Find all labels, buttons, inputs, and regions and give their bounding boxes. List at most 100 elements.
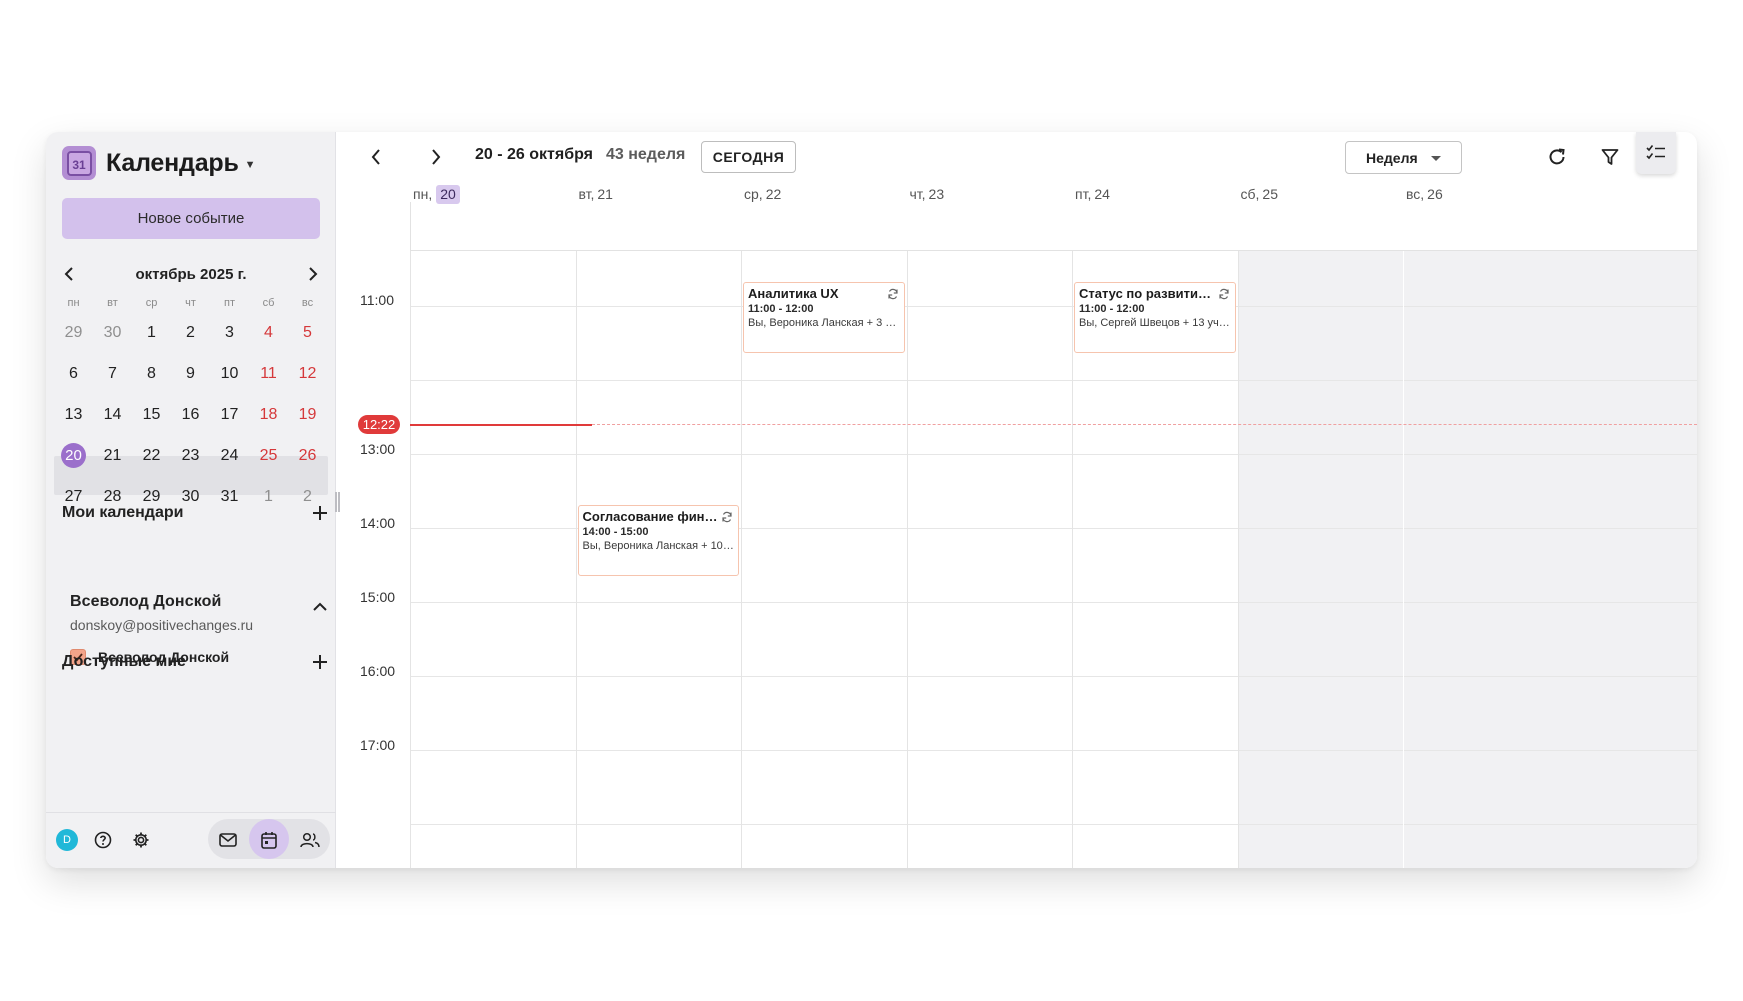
day-column-divider bbox=[906, 251, 908, 868]
mini-day[interactable]: 2 bbox=[171, 312, 210, 353]
day-header-date: 24 bbox=[1094, 186, 1110, 202]
new-event-button[interactable]: Новое событие bbox=[62, 198, 320, 239]
mini-day[interactable]: 4 bbox=[249, 312, 288, 353]
mini-day[interactable]: 24 bbox=[210, 435, 249, 476]
day-header-4[interactable]: пт, 24 bbox=[1075, 184, 1110, 204]
grid-left-border bbox=[410, 251, 411, 868]
all-day-divider bbox=[410, 202, 411, 250]
mini-day[interactable]: 22 bbox=[132, 435, 171, 476]
mini-day[interactable]: 9 bbox=[171, 353, 210, 394]
tasks-panel-button[interactable] bbox=[1636, 132, 1676, 174]
mini-day[interactable]: 10 bbox=[210, 353, 249, 394]
caret-down-icon[interactable]: ▼ bbox=[245, 159, 256, 171]
mini-day[interactable]: 1 bbox=[249, 476, 288, 517]
day-column-divider bbox=[1403, 251, 1404, 868]
day-header-3[interactable]: чт, 23 bbox=[910, 184, 945, 204]
mini-day[interactable]: 6 bbox=[54, 353, 93, 394]
mini-day[interactable]: 18 bbox=[249, 394, 288, 435]
prev-week-icon[interactable] bbox=[364, 145, 388, 169]
refresh-icon[interactable] bbox=[1545, 145, 1569, 169]
date-range-label: 20 - 26 октября bbox=[475, 146, 593, 163]
avatar[interactable]: D bbox=[56, 829, 78, 851]
event-title: Аналитика UX bbox=[748, 286, 839, 301]
current-time-badge: 12:22 bbox=[358, 415, 400, 434]
hour-line bbox=[410, 602, 1697, 603]
hour-line bbox=[410, 750, 1697, 751]
event-title: Согласование финансового плана bbox=[582, 509, 735, 524]
event-card[interactable]: Аналитика UX 11:00 - 12:00 Вы, Вероника Ла… bbox=[743, 282, 905, 353]
add-calendar-icon[interactable] bbox=[310, 503, 330, 523]
mini-prev-month-icon[interactable] bbox=[58, 263, 80, 285]
current-time-line bbox=[410, 424, 592, 426]
filter-icon[interactable] bbox=[1598, 145, 1622, 169]
event-card[interactable]: Согласование финансового плана 14:00 - 15… bbox=[577, 505, 739, 576]
event-participants: Вы, Вероника Ланская + 3 участника bbox=[748, 317, 900, 329]
event-card[interactable]: Статус по развитию продукта 11:00 - 12:00… bbox=[1074, 282, 1236, 353]
caret-down-icon bbox=[1431, 156, 1441, 161]
mini-day[interactable]: 21 bbox=[93, 435, 132, 476]
app-switcher[interactable]: 31 Календарь ▼ bbox=[62, 144, 256, 182]
day-header-0[interactable]: пн, 20 bbox=[413, 184, 460, 204]
day-header-weekday: вс, bbox=[1406, 186, 1425, 202]
day-header-date: 23 bbox=[928, 186, 945, 202]
day-header-date: 25 bbox=[1262, 186, 1278, 202]
hour-line bbox=[410, 306, 1697, 307]
day-header-date: 20 bbox=[436, 184, 460, 204]
mini-day[interactable]: 14 bbox=[93, 394, 132, 435]
mini-day[interactable]: 26 bbox=[288, 435, 327, 476]
day-header-5[interactable]: сб, 25 bbox=[1241, 184, 1279, 204]
day-header-1[interactable]: вт, 21 bbox=[579, 184, 613, 204]
help-icon[interactable] bbox=[92, 829, 114, 851]
mini-day[interactable]: 12 bbox=[288, 353, 327, 394]
contacts-icon[interactable] bbox=[299, 829, 321, 851]
day-header-6[interactable]: вс, 26 bbox=[1406, 184, 1443, 204]
week-number-label: 43 неделя bbox=[606, 146, 686, 163]
time-label: 17:00 bbox=[360, 737, 396, 753]
day-header-date: 22 bbox=[765, 186, 782, 202]
day-header-weekday: сб, bbox=[1240, 186, 1260, 202]
repeat-icon bbox=[887, 288, 898, 300]
sidebar-footer: D bbox=[46, 812, 336, 868]
calendar-icon[interactable] bbox=[258, 829, 280, 851]
day-column-divider bbox=[741, 251, 742, 868]
mini-day[interactable]: 30 bbox=[93, 312, 132, 353]
mail-icon[interactable] bbox=[217, 829, 239, 851]
event-time: 11:00 - 12:00 bbox=[1079, 303, 1145, 315]
mini-weekday-label: ср bbox=[145, 297, 158, 309]
mini-day[interactable]: 8 bbox=[132, 353, 171, 394]
mini-day[interactable]: 20 bbox=[54, 435, 93, 476]
hour-line bbox=[410, 380, 1697, 381]
hour-line bbox=[410, 454, 1697, 455]
mini-day[interactable]: 16 bbox=[171, 394, 210, 435]
mini-day[interactable]: 25 bbox=[249, 435, 288, 476]
time-label: 16:00 bbox=[360, 663, 396, 679]
mini-day[interactable]: 29 bbox=[54, 312, 93, 353]
next-week-icon[interactable] bbox=[424, 145, 448, 169]
mini-day[interactable]: 23 bbox=[171, 435, 210, 476]
mini-month-label: октябрь 2025 г. bbox=[135, 265, 247, 283]
mini-day[interactable]: 7 bbox=[93, 353, 132, 394]
today-button[interactable]: СЕГОДНЯ bbox=[701, 141, 796, 173]
mini-day[interactable]: 3 bbox=[210, 312, 249, 353]
event-participants: Вы, Вероника Ланская + 10 участников bbox=[582, 540, 735, 552]
mini-day[interactable]: 13 bbox=[54, 394, 93, 435]
mini-calendar: октябрь 2025 г. пн вт ср чт пт сб вс 29 30 1 2 3 4 5… bbox=[54, 258, 328, 517]
mini-day[interactable]: 5 bbox=[288, 312, 327, 353]
chevron-up-icon[interactable] bbox=[310, 597, 330, 617]
repeat-icon bbox=[722, 511, 732, 523]
mini-day[interactable]: 31 bbox=[210, 476, 249, 517]
gear-icon[interactable] bbox=[130, 829, 152, 851]
day-header-2[interactable]: ср, 22 bbox=[744, 184, 781, 204]
calendar-app-icon: 31 bbox=[62, 146, 96, 180]
mini-next-month-icon[interactable] bbox=[302, 263, 324, 285]
my-calendars-title: Мои календари bbox=[62, 504, 184, 521]
hour-line bbox=[410, 676, 1697, 677]
mini-day[interactable]: 1 bbox=[132, 312, 171, 353]
mini-day[interactable]: 11 bbox=[249, 353, 288, 394]
mini-day-today: 20 bbox=[61, 443, 86, 468]
mini-day[interactable]: 15 bbox=[132, 394, 171, 435]
mini-day[interactable]: 17 bbox=[210, 394, 249, 435]
add-shared-calendar-icon[interactable] bbox=[310, 652, 330, 672]
view-mode-select[interactable]: Неделя bbox=[1345, 141, 1462, 174]
mini-day[interactable]: 19 bbox=[288, 394, 327, 435]
